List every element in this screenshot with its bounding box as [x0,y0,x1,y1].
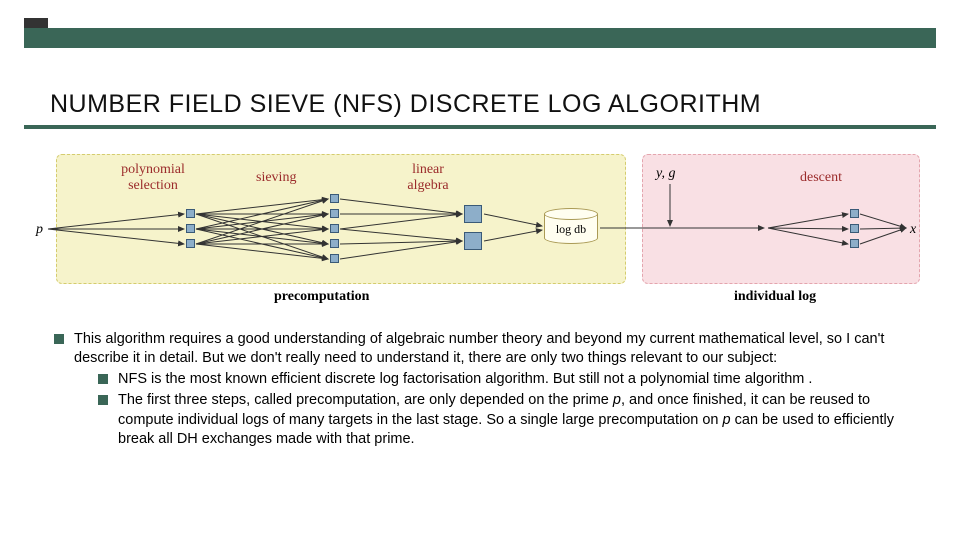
bullet-sub-1: NFS is the most known efficient discrete… [98,370,920,389]
sieve-box [330,254,339,263]
la-box [464,232,482,250]
output-x: x [910,222,916,238]
bullet-main-text: This algorithm requires a good understan… [74,331,884,366]
log-db-label: log db [544,222,598,237]
bullet-sub-2: The first three steps, called precomputa… [98,391,920,448]
poly-box [186,224,195,233]
poly-box [186,239,195,248]
bullet-main: This algorithm requires a good understan… [54,330,920,449]
sieve-box [330,239,339,248]
stage-linear-algebra: linear algebra [398,162,458,194]
stage-sieving: sieving [256,170,296,186]
nfs-diagram: precomputation individual log polynomial… [34,150,926,310]
descent-box [850,239,859,248]
input-p: p [36,222,43,238]
header-underline [24,125,936,129]
stage-polynomial-selection: polynomial selection [108,162,198,194]
individual-log-label: individual log [734,289,816,305]
descent-box [850,209,859,218]
sieve-box [330,194,339,203]
descent-box [850,224,859,233]
bullet-content: This algorithm requires a good understan… [54,330,920,451]
sieve-box [330,224,339,233]
precomputation-label: precomputation [274,289,369,305]
individual-log-region [642,154,920,284]
input-yg: y, g [656,166,675,182]
poly-box [186,209,195,218]
slide-title: NUMBER FIELD SIEVE (NFS) DISCRETE LOG AL… [50,90,761,119]
stage-descent: descent [800,170,842,186]
header-bar [24,28,936,48]
log-db: log db [544,208,598,248]
sieve-box [330,209,339,218]
la-box [464,205,482,223]
